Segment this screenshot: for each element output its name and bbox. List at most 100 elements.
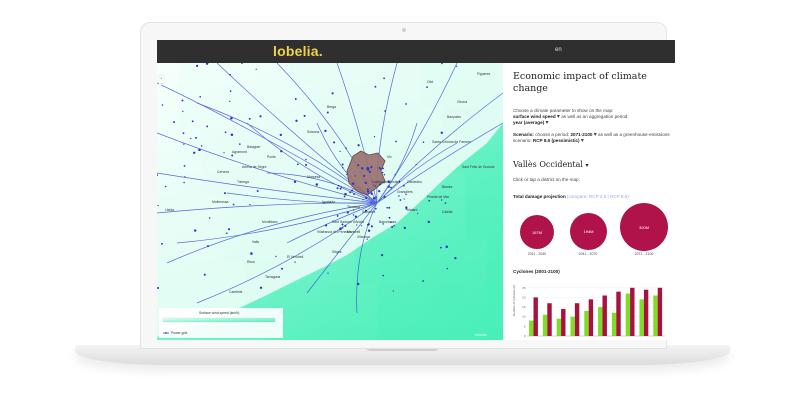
aggregation-select[interactable]: year (average) xyxy=(513,120,544,125)
grid-node xyxy=(293,180,297,184)
grid-node xyxy=(173,121,175,124)
info-panel: Economic impact of climate change Choose… xyxy=(503,63,675,340)
grid-node xyxy=(238,143,241,145)
map-canvas[interactable]: Lleida Barcelona Girona Manresa SabadellTerr… xyxy=(157,63,503,340)
place-label: Olot xyxy=(427,80,433,84)
chart-ytick-label: 20 xyxy=(522,295,526,299)
grid-node xyxy=(387,185,390,188)
district-selector[interactable]: Vallès Occidental ▾ xyxy=(513,160,589,169)
place-label: Manresa xyxy=(307,175,320,179)
grid-node xyxy=(279,133,282,137)
aggregation-caret-icon[interactable]: ▾ xyxy=(545,120,548,126)
chart-bar xyxy=(584,310,589,336)
grid-node xyxy=(346,211,349,214)
wind-pixel xyxy=(421,239,443,261)
grid-node xyxy=(303,114,306,117)
grid-node xyxy=(339,150,341,153)
grid-node xyxy=(200,145,203,147)
grid-node xyxy=(346,173,348,176)
chart-ytick-label: 0 xyxy=(524,334,526,338)
grid-node xyxy=(255,68,257,70)
cyclones-chart: Number of cyclones (#) 25 20 15 10 5 0 xyxy=(512,285,665,338)
grid-node xyxy=(295,119,298,122)
grid-node xyxy=(364,181,367,185)
wind-pixel xyxy=(399,327,421,340)
scenario-pre-text: choose a period: xyxy=(535,132,570,137)
wind-pixel xyxy=(355,305,377,327)
wind-pixel xyxy=(465,173,487,195)
scenario-select[interactable]: RCP 8.5 (pessimistic) xyxy=(533,138,580,143)
chart-bar xyxy=(542,314,548,336)
place-label: Ponts xyxy=(267,155,276,159)
map-view[interactable]: Lleida Barcelona Girona Manresa Sabadell Terr… xyxy=(157,63,503,340)
district-hint: Click or tap a district on the map. xyxy=(513,177,580,182)
panel-title: Economic impact of climate change xyxy=(513,71,647,94)
grid-node xyxy=(370,225,373,228)
wind-pixel xyxy=(289,305,311,327)
damage-label: Total damage projection xyxy=(513,194,566,199)
grid-node xyxy=(164,185,167,188)
grid-node xyxy=(336,187,339,190)
grid-node xyxy=(374,85,377,88)
grid-node xyxy=(184,176,186,178)
place-label: Terrassa xyxy=(347,205,360,209)
wind-pixel xyxy=(421,261,443,283)
place-label: Vic xyxy=(387,155,392,159)
wind-pixel xyxy=(377,327,399,340)
grid-node xyxy=(386,206,388,209)
grid-node xyxy=(344,224,347,227)
place-label: Igualada xyxy=(322,200,335,204)
grid-node xyxy=(190,137,192,140)
parameter-select[interactable]: surface wind speed xyxy=(513,114,556,119)
place-label: Vilanova xyxy=(357,235,370,239)
damage-circle-2: 194M xyxy=(570,213,607,250)
brand-logo[interactable]: lobelia. xyxy=(273,43,323,59)
wind-pixel xyxy=(443,283,465,305)
period-select[interactable]: 2071-2100 xyxy=(570,132,592,137)
legend-colorbar xyxy=(162,317,276,323)
place-label: Martorell xyxy=(347,230,360,234)
cyclones-heading: Cyclones (2001-2100) xyxy=(513,269,671,275)
grid-node xyxy=(199,95,202,98)
district-caret-icon[interactable]: ▾ xyxy=(586,162,589,169)
wind-pixel xyxy=(399,305,421,327)
wind-pixel xyxy=(487,195,503,217)
grid-node xyxy=(336,214,339,217)
grid-node xyxy=(227,228,231,231)
wind-pixel xyxy=(465,261,487,283)
grid-node xyxy=(370,201,372,203)
damage-circle-1: 167M xyxy=(520,215,554,249)
place-label: Sabadell xyxy=(362,210,375,214)
scenario-caret-icon[interactable]: ▾ xyxy=(581,138,584,144)
wind-pixel xyxy=(443,217,465,239)
place-label: Blanes xyxy=(442,185,453,189)
damage-compare-link[interactable]: (compare: RCP 4.5 | RCP 8.5) xyxy=(567,194,629,199)
grid-node xyxy=(446,267,449,270)
grid-node xyxy=(198,148,201,152)
parameter-caret-icon[interactable]: ▾ xyxy=(557,114,560,120)
place-label: Montblanc xyxy=(262,220,278,224)
wind-pixel xyxy=(443,261,465,283)
grid-node xyxy=(381,171,384,174)
legend-grid-node xyxy=(165,332,167,334)
grid-node xyxy=(206,125,209,128)
grid-node xyxy=(403,226,406,230)
grid-node xyxy=(225,232,228,235)
place-label: Sitges xyxy=(332,250,342,254)
period-caret-icon[interactable]: ▾ xyxy=(594,132,597,138)
chart-bar xyxy=(570,316,575,336)
language-switch[interactable]: en xyxy=(555,47,562,53)
chart-bar xyxy=(611,312,617,336)
grid-node xyxy=(275,255,277,258)
grid-node xyxy=(383,195,386,199)
map-legend: Surface wind speed (km/h) Power grid xyxy=(159,308,283,338)
district-name[interactable]: Vallès Occidental xyxy=(513,160,583,169)
grid-node xyxy=(342,167,344,169)
wind-pixel xyxy=(377,283,399,305)
grid-node xyxy=(351,189,354,192)
grid-node xyxy=(341,227,344,229)
place-label: Barcelona xyxy=(379,220,394,224)
place-label: Mataró xyxy=(407,208,418,212)
damage-value-2: 194M xyxy=(583,229,594,234)
wind-pixel xyxy=(421,283,443,305)
